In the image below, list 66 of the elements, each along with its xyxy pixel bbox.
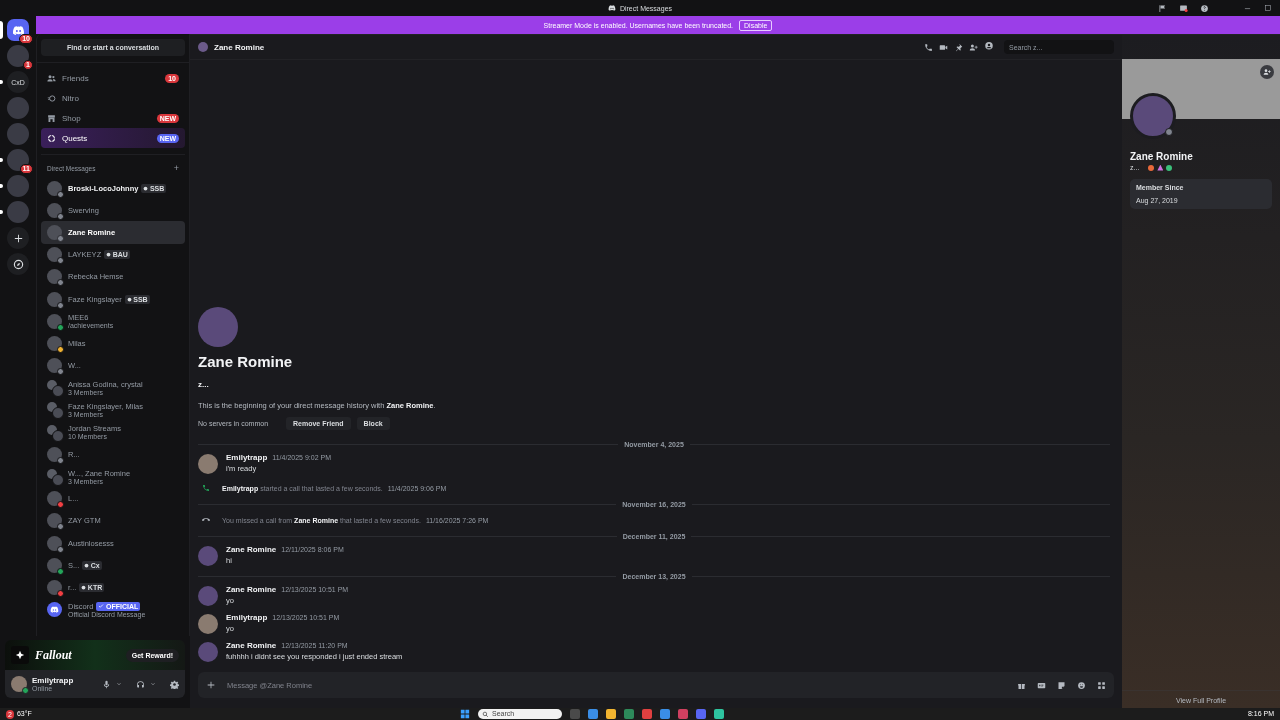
- emoji-icon[interactable]: [1077, 680, 1086, 690]
- windows-logo-icon: [460, 709, 470, 719]
- server-icon[interactable]: [7, 149, 29, 171]
- tag-icon: [143, 185, 149, 191]
- caret-icon[interactable]: [150, 681, 156, 687]
- profile-icon[interactable]: [984, 42, 994, 52]
- avatar: [52, 429, 64, 442]
- add-friend-icon: [1263, 68, 1271, 76]
- compass-icon: [12, 258, 24, 270]
- add-friend-button[interactable]: [1260, 65, 1274, 79]
- username: z...: [198, 380, 210, 389]
- phone-icon[interactable]: [924, 42, 933, 52]
- caret-icon[interactable]: [116, 681, 122, 687]
- tag-icon: [84, 562, 90, 568]
- start-button[interactable]: [460, 709, 470, 719]
- server-icon[interactable]: [7, 45, 29, 67]
- search-icon: [482, 710, 489, 718]
- friends-icon: [47, 73, 56, 83]
- home-button[interactable]: [7, 19, 29, 41]
- avatar: [198, 307, 238, 347]
- discord-logo-icon: [607, 4, 616, 12]
- tag-icon: [81, 584, 87, 590]
- avatar: [52, 407, 64, 420]
- add-dm-button[interactable]: +: [173, 163, 179, 173]
- message-author: Zane Romine: [226, 585, 277, 594]
- message-author: Zane Romine: [226, 641, 277, 650]
- chat-title: Zane Romine: [214, 42, 265, 52]
- avatar: [198, 614, 218, 634]
- discover-button[interactable]: [7, 253, 29, 275]
- apps-icon[interactable]: [1097, 680, 1106, 690]
- add-server-button[interactable]: [7, 227, 29, 249]
- avatar: [198, 586, 218, 606]
- headset-icon[interactable]: [136, 679, 145, 689]
- avatar: [52, 474, 64, 487]
- shop-icon: [47, 113, 56, 123]
- message-author: Emilytrapp: [226, 453, 268, 462]
- avatar: [198, 454, 218, 474]
- microphone-icon[interactable]: [102, 679, 111, 689]
- settings-icon[interactable]: [170, 679, 179, 689]
- help-icon[interactable]: [1200, 3, 1209, 13]
- message-author: Emilytrapp: [226, 613, 268, 622]
- screen-share-icon[interactable]: [1179, 3, 1188, 13]
- nitro-icon: [47, 93, 56, 103]
- gif-icon[interactable]: [1037, 680, 1046, 690]
- plus-icon: [12, 232, 24, 244]
- message-author: Zane Romine: [226, 545, 277, 554]
- tag-icon: [106, 252, 112, 258]
- nav-item[interactable]: Nitro: [41, 88, 185, 108]
- video-camera-icon[interactable]: [939, 42, 948, 52]
- profile-name: Zane Romine: [198, 353, 294, 370]
- avatar: [198, 546, 218, 566]
- tag-icon: [126, 296, 132, 302]
- pin-icon[interactable]: [954, 42, 963, 52]
- quests-icon: [47, 133, 56, 143]
- avatar: [52, 385, 64, 398]
- game-logo: Fallout: [35, 647, 72, 663]
- sticker-icon[interactable]: [1057, 680, 1066, 690]
- star-icon: [15, 650, 25, 660]
- add-friend-icon[interactable]: [969, 42, 978, 52]
- check-icon: [98, 603, 105, 610]
- maximize-icon[interactable]: [1264, 4, 1272, 12]
- profile-name: Zane Romine: [1130, 151, 1194, 162]
- avatar: [198, 642, 218, 662]
- username: Emilytrapp: [32, 676, 74, 685]
- avatar: [198, 42, 208, 52]
- discord-logo-icon: [11, 23, 25, 37]
